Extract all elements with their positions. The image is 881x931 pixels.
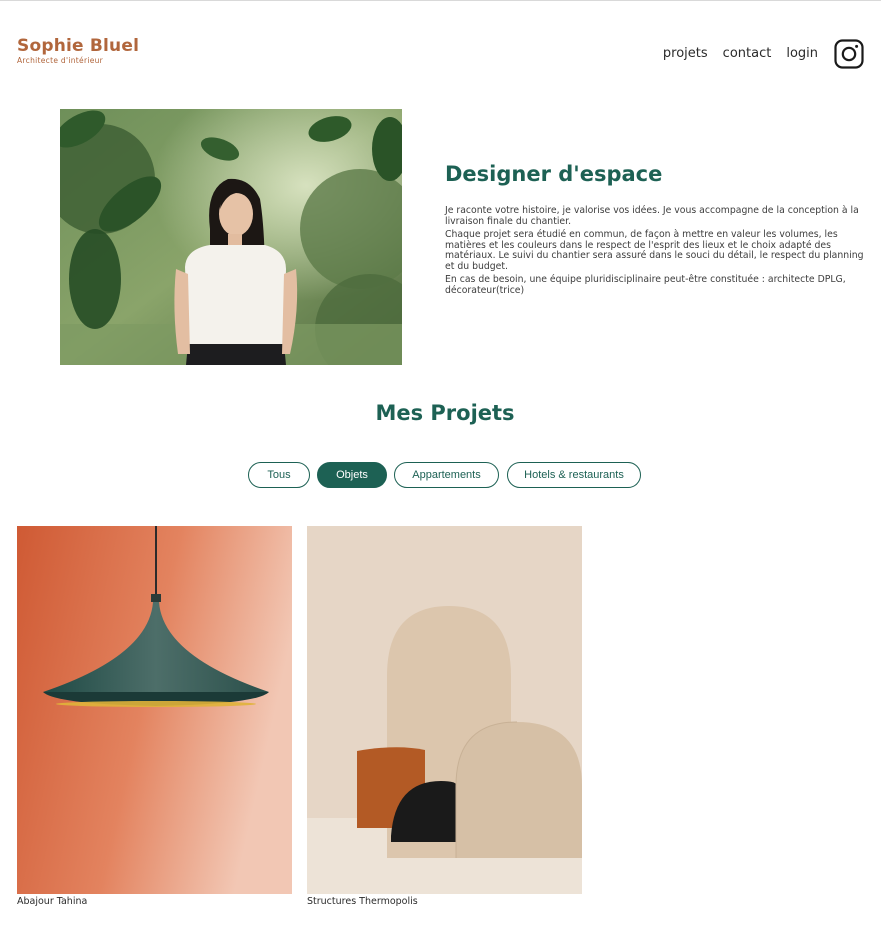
intro-paragraph-1: Je raconte votre histoire, je valorise v… [445,205,859,227]
filter-appartements-button[interactable]: Appartements [394,462,499,488]
instagram-icon[interactable] [834,39,864,69]
intro-paragraph-2: Chaque projet sera étudié en commun, de … [445,229,864,272]
projects-title: Mes Projets [375,401,515,425]
nav-link-contact[interactable]: contact [723,38,772,70]
intro-section: Designer d'espace Je raconte votre histo… [445,160,873,299]
project-image-structures [307,526,582,894]
architect-portrait-photo [60,109,402,365]
main-nav: projets contact login [663,38,864,70]
project-caption: Structures Thermopolis [307,896,418,907]
filter-hotels-restaurants-button[interactable]: Hotels & restaurants [507,462,641,488]
intro-title: Designer d'espace [445,162,663,186]
intro-paragraph-3: En cas de besoin, une équipe pluridiscip… [445,274,846,296]
brand-logo[interactable]: Sophie Bluel Architecte d'intérieur [17,36,139,65]
filter-tous-button[interactable]: Tous [248,462,310,488]
filter-objets-button[interactable]: Objets [317,462,387,488]
brand-subtitle: Architecte d'intérieur [17,56,104,65]
project-card[interactable]: Abajour Tahina [17,526,292,908]
nav-link-projets[interactable]: projets [663,38,708,70]
brand-name: Sophie Bluel [17,36,140,56]
project-caption: Abajour Tahina [17,896,88,907]
project-image-lamp [17,526,292,894]
nav-link-login[interactable]: login [786,38,818,70]
top-divider [0,0,881,1]
project-card[interactable]: Structures Thermopolis [307,526,582,908]
